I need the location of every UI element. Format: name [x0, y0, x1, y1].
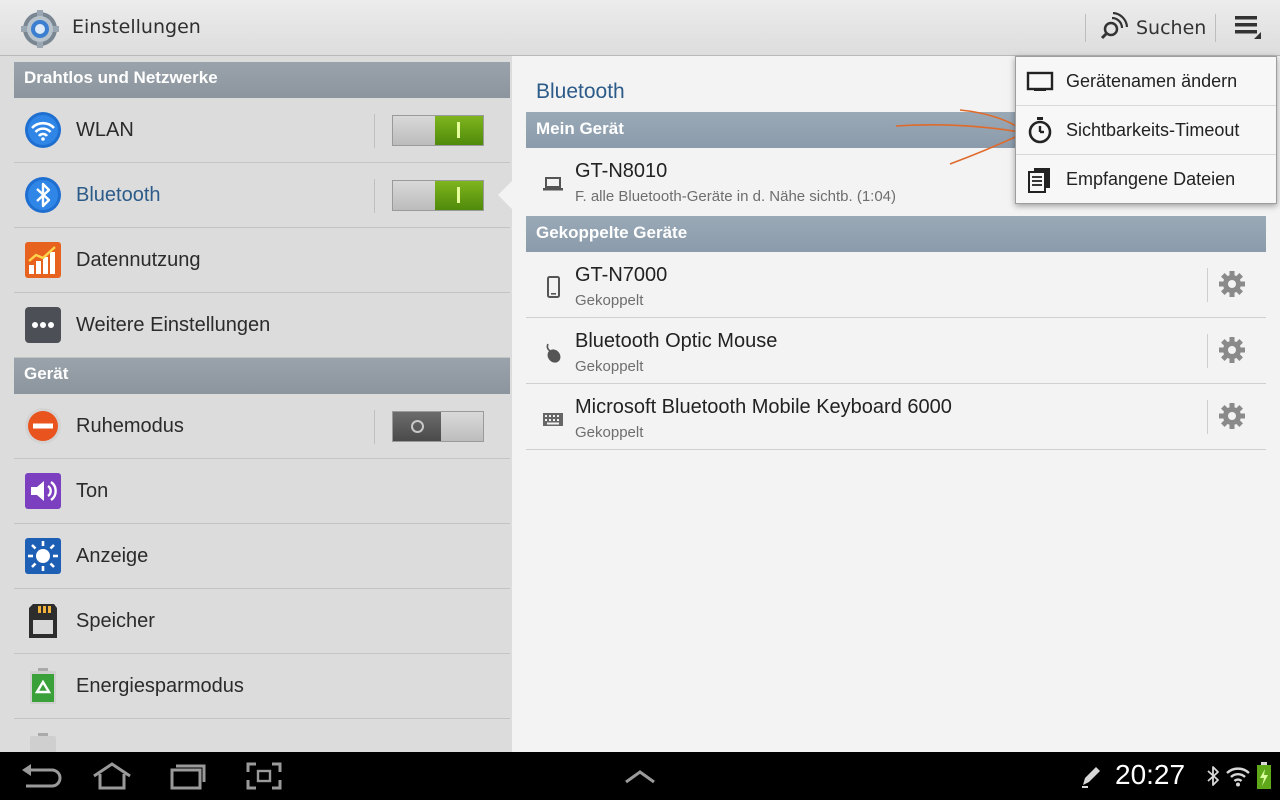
overflow-menu-icon	[1233, 12, 1263, 44]
blocking-mode-toggle[interactable]	[392, 411, 484, 442]
storage-icon	[24, 602, 62, 640]
gear-icon[interactable]	[1218, 336, 1246, 364]
settings-list: Drahtlos und Netzwerke WLAN Bluetooth Da…	[14, 62, 512, 752]
section-header-device: Gerät	[14, 358, 510, 394]
settings-item-label: Ton	[76, 479, 109, 502]
gear-divider	[1207, 400, 1208, 434]
search-label: Suchen	[1136, 17, 1207, 39]
search-button[interactable]: Suchen	[1096, 8, 1212, 48]
device-name: GT-N8010	[575, 160, 668, 182]
gear-divider	[1207, 268, 1208, 302]
bluetooth-toggle[interactable]	[392, 180, 484, 211]
keyboard-icon	[542, 408, 564, 430]
paired-device-item[interactable]: Microsoft Bluetooth Mobile Keyboard 6000…	[526, 384, 1266, 450]
more-icon	[24, 306, 62, 344]
gear-icon[interactable]	[1218, 402, 1246, 430]
device-name: Bluetooth Optic Mouse	[575, 330, 778, 352]
phone-icon	[542, 276, 564, 298]
bluetooth-icon	[24, 176, 62, 214]
device-status: Gekoppelt	[575, 424, 644, 441]
power-saving-icon	[24, 667, 62, 705]
paired-device-item[interactable]: GT-N7000 Gekoppelt	[526, 252, 1266, 318]
battery-icon	[24, 732, 62, 752]
screenshot-icon[interactable]	[242, 760, 286, 792]
paired-device-item[interactable]: Bluetooth Optic Mouse Gekoppelt	[526, 318, 1266, 384]
stopwatch-icon	[1026, 116, 1054, 144]
menu-item-label: Empfangene Dateien	[1066, 169, 1236, 189]
page-title: Bluetooth	[536, 80, 625, 103]
visibility-status: F. alle Bluetooth-Geräte in d. Nähe sich…	[575, 188, 897, 205]
settings-list-panel: Drahtlos und Netzwerke WLAN Bluetooth Da…	[0, 56, 512, 752]
menu-item-label: Sichtbarkeits-Timeout	[1066, 119, 1240, 140]
settings-item-wlan[interactable]: WLAN	[14, 98, 510, 163]
chevron-up-icon[interactable]	[618, 760, 662, 792]
gear-divider	[1207, 334, 1208, 368]
sound-icon	[24, 472, 62, 510]
wifi-status-icon	[1226, 764, 1250, 792]
menu-item-visibility-timeout[interactable]: Sichtbarkeits-Timeout	[1016, 106, 1276, 155]
clock: 20:27	[1115, 759, 1186, 790]
search-icon	[1100, 11, 1129, 44]
settings-item-label: Speicher	[76, 609, 155, 632]
annotation-arrow	[895, 109, 1025, 165]
action-bar: Einstellungen Suchen	[0, 0, 1280, 56]
recent-apps-icon[interactable]	[166, 760, 210, 792]
overflow-menu-button[interactable]	[1226, 8, 1270, 48]
settings-item-sound[interactable]: Ton	[14, 459, 510, 524]
rename-device-icon	[1026, 67, 1054, 95]
settings-item-more[interactable]: Weitere Einstellungen	[14, 293, 510, 358]
menu-item-label: Gerätenamen ändern	[1066, 70, 1238, 91]
menu-item-rename-device[interactable]: Gerätenamen ändern	[1016, 57, 1276, 106]
data-usage-icon	[24, 241, 62, 279]
selection-pointer	[498, 181, 512, 209]
device-status: Gekoppelt	[575, 292, 644, 309]
home-icon[interactable]	[90, 760, 134, 792]
device-status: Gekoppelt	[575, 358, 644, 375]
device-name: Microsoft Bluetooth Mobile Keyboard 6000	[575, 396, 952, 418]
actionbar-divider	[1085, 14, 1086, 42]
settings-item-label: Weitere Einstellungen	[76, 313, 271, 336]
laptop-icon	[542, 172, 564, 194]
device-name: GT-N7000	[575, 264, 668, 286]
actionbar-divider	[1215, 14, 1216, 42]
menu-item-received-files[interactable]: Empfangene Dateien	[1016, 155, 1276, 204]
settings-item-power-saving[interactable]: Energiesparmodus	[14, 654, 510, 719]
app-title: Einstellungen	[72, 16, 201, 38]
settings-item-data-usage[interactable]: Datennutzung	[14, 228, 510, 293]
settings-item-label: Bluetooth	[76, 183, 161, 206]
mouse-icon	[542, 342, 564, 364]
gear-icon[interactable]	[1218, 270, 1246, 298]
toggle-divider	[374, 410, 375, 444]
battery-charging-icon	[1256, 762, 1272, 794]
received-files-icon	[1026, 166, 1054, 194]
settings-item-label: Energiesparmodus	[76, 674, 244, 697]
settings-item-label: WLAN	[76, 118, 134, 141]
overflow-menu: Gerätenamen ändern Sichtbarkeits-Timeout…	[1015, 56, 1277, 204]
system-bar: 20:27	[0, 752, 1280, 800]
settings-item-partial[interactable]	[14, 719, 510, 752]
section-header-wireless: Drahtlos und Netzwerke	[14, 62, 510, 98]
bluetooth-status-icon	[1206, 764, 1220, 792]
back-icon[interactable]	[18, 760, 62, 792]
settings-item-blocking-mode[interactable]: Ruhemodus	[14, 394, 510, 459]
settings-item-label: Ruhemodus	[76, 414, 184, 437]
settings-item-label: Datennutzung	[76, 248, 201, 271]
toggle-divider	[374, 114, 375, 148]
wlan-toggle[interactable]	[392, 115, 484, 146]
display-icon	[24, 537, 62, 575]
settings-item-label: Anzeige	[76, 544, 149, 567]
blocking-mode-icon	[24, 407, 62, 445]
pen-icon	[1080, 764, 1102, 792]
settings-item-bluetooth[interactable]: Bluetooth	[14, 163, 512, 228]
settings-gear-icon[interactable]	[20, 9, 60, 49]
wifi-icon	[24, 111, 62, 149]
settings-item-storage[interactable]: Speicher	[14, 589, 510, 654]
toggle-divider	[374, 179, 375, 213]
section-header-paired: Gekoppelte Geräte	[526, 216, 1266, 252]
settings-item-display[interactable]: Anzeige	[14, 524, 510, 589]
